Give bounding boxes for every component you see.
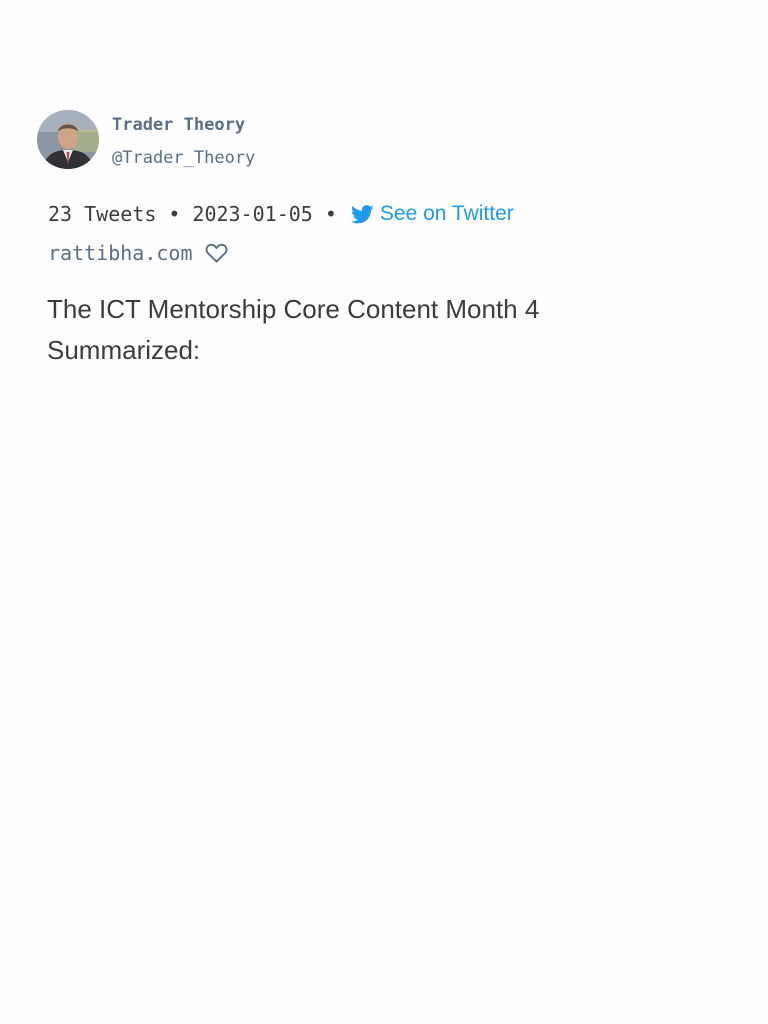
author-handle[interactable]: @Trader_Theory xyxy=(112,148,255,168)
author-name[interactable]: Trader Theory xyxy=(112,115,255,135)
heart-outline-icon[interactable] xyxy=(205,243,228,263)
meta-separator: • xyxy=(324,202,337,226)
see-on-twitter-link[interactable]: See on Twitter xyxy=(350,202,514,226)
meta-separator: • xyxy=(168,202,181,226)
thread-page: Trader Theory @Trader_Theory 23 Tweets •… xyxy=(0,0,768,1024)
thread-meta: 23 Tweets • 2023-01-05 • See on Twitter xyxy=(48,199,514,229)
thread-title: The ICT Mentorship Core Content Month 4 … xyxy=(47,294,540,365)
see-on-twitter-label: See on Twitter xyxy=(379,202,514,225)
twitter-bird-icon xyxy=(350,204,374,223)
avatar-photo xyxy=(37,110,99,169)
thread-date: 2023-01-05 xyxy=(192,202,313,226)
source-row: rattibha.com xyxy=(48,239,228,267)
author-header: Trader Theory @Trader_Theory xyxy=(37,110,255,169)
tweet-count: 23 Tweets xyxy=(48,202,157,226)
avatar[interactable] xyxy=(37,110,99,169)
source-site[interactable]: rattibha.com xyxy=(48,241,193,265)
